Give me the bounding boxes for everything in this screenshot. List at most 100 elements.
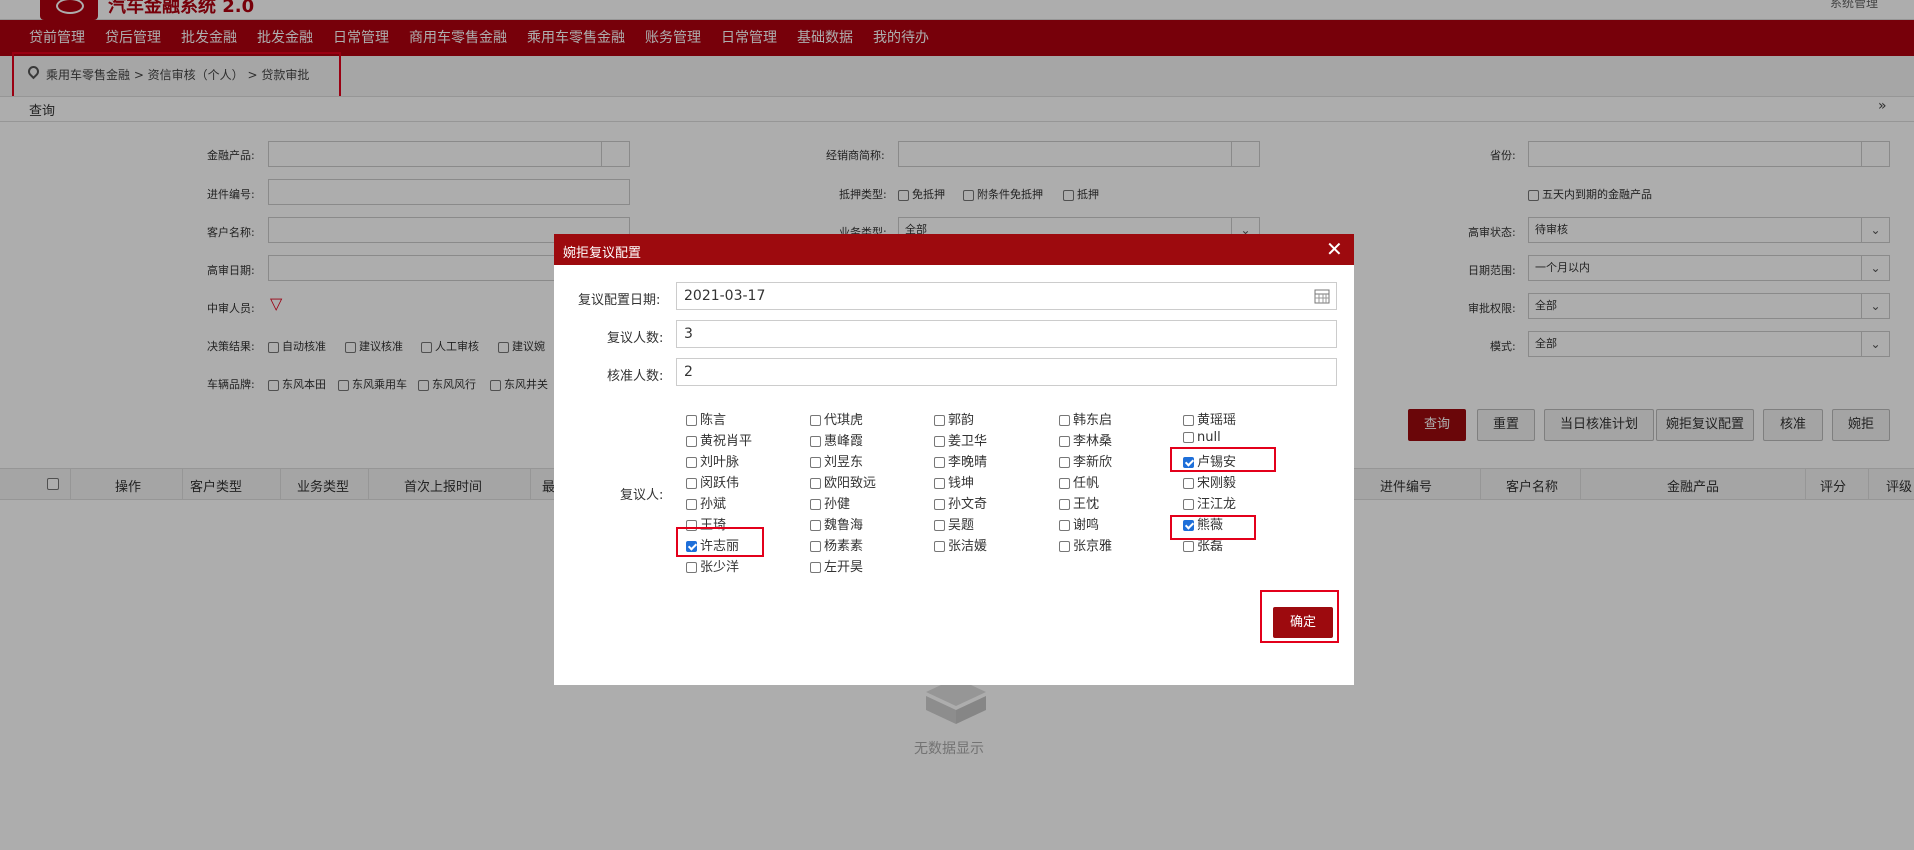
checkbox[interactable] [810, 541, 821, 552]
checkbox[interactable] [934, 520, 945, 531]
reviewer-name: 郭韵 [948, 413, 975, 428]
reviewer-option[interactable]: 李新欣 [1059, 451, 1112, 470]
highlight-box [1260, 590, 1339, 643]
reviewer-name: 黄瑶瑶 [1197, 413, 1237, 428]
reviewer-name: 姜卫华 [948, 434, 988, 449]
checkbox[interactable] [1059, 436, 1070, 447]
checkbox[interactable] [934, 415, 945, 426]
checkbox[interactable] [1183, 478, 1194, 489]
reviewer-option[interactable]: 韩东启 [1059, 409, 1112, 428]
reviewer-name: 张磊 [1197, 539, 1224, 554]
reviewer-option[interactable]: 陈言 [686, 409, 726, 428]
checkbox[interactable] [686, 478, 697, 489]
reviewer-option[interactable]: 姜卫华 [934, 430, 987, 449]
reviewer-name: 李新欣 [1073, 455, 1113, 470]
reviewer-option[interactable]: null [1183, 430, 1221, 445]
reviewer-option[interactable]: 惠峰霞 [810, 430, 863, 449]
reviewer-option[interactable]: 刘昱东 [810, 451, 863, 470]
reviewer-option[interactable]: 闵跃伟 [686, 472, 739, 491]
reviewer-name: 欧阳致远 [824, 476, 877, 491]
reviewer-name: 王忱 [1073, 497, 1100, 512]
reviewer-option[interactable]: 孙斌 [686, 493, 726, 512]
checkbox[interactable] [934, 499, 945, 510]
checkbox[interactable] [686, 499, 697, 510]
checkbox[interactable] [934, 541, 945, 552]
reviewer-option[interactable]: 杨素素 [810, 535, 863, 554]
reviewer-name: 李晚晴 [948, 455, 988, 470]
checkbox[interactable] [1059, 541, 1070, 552]
close-icon[interactable]: ✕ [1326, 236, 1343, 262]
checkbox[interactable] [810, 478, 821, 489]
checkbox[interactable] [1183, 432, 1194, 443]
approve-count-input[interactable]: 2 [676, 358, 1337, 386]
reviewer-name: 惠峰霞 [824, 434, 864, 449]
checkbox[interactable] [810, 499, 821, 510]
reviewer-option[interactable]: 刘叶脉 [686, 451, 739, 470]
checkbox[interactable] [686, 436, 697, 447]
reviewer-name: 闵跃伟 [700, 476, 740, 491]
checkbox[interactable] [810, 520, 821, 531]
checkbox[interactable] [934, 478, 945, 489]
reviewer-name: 左开昊 [824, 560, 864, 575]
reviewer-option[interactable]: 代琪虎 [810, 409, 863, 428]
checkbox[interactable] [1059, 499, 1070, 510]
checkbox[interactable] [934, 436, 945, 447]
reviewer-option[interactable]: 汪江龙 [1183, 493, 1236, 512]
checkbox[interactable] [1059, 415, 1070, 426]
reviewer-option[interactable]: 钱坤 [934, 472, 974, 491]
reviewer-option[interactable]: 张洁媛 [934, 535, 987, 554]
highlight-box [1170, 447, 1276, 472]
reviewer-option[interactable]: 欧阳致远 [810, 472, 876, 491]
reviewer-option[interactable]: 黄瑶瑶 [1183, 409, 1236, 428]
reviewer-option[interactable]: 宋刚毅 [1183, 472, 1236, 491]
checkbox[interactable] [686, 562, 697, 573]
reviewer-option[interactable]: 吴题 [934, 514, 974, 533]
checkbox[interactable] [686, 415, 697, 426]
checkbox[interactable] [810, 415, 821, 426]
reviewer-option[interactable]: 黄祝肖平 [686, 430, 752, 449]
reviewer-option[interactable]: 孙文奇 [934, 493, 987, 512]
highlight-box [676, 527, 764, 557]
reviewer-option[interactable]: 郭韵 [934, 409, 974, 428]
reviewer-option[interactable]: 任帆 [1059, 472, 1099, 491]
highlight-box [1170, 515, 1256, 540]
reviewer-name: 谢鸣 [1073, 518, 1100, 533]
checkbox[interactable] [1059, 520, 1070, 531]
checkbox[interactable] [810, 457, 821, 468]
checkbox[interactable] [810, 436, 821, 447]
reviewer-option[interactable]: 李林桑 [1059, 430, 1112, 449]
checkbox[interactable] [810, 562, 821, 573]
checkbox[interactable] [686, 457, 697, 468]
reviewer-name: 张少洋 [700, 560, 740, 575]
reviewer-name: 孙文奇 [948, 497, 988, 512]
reviewer-option[interactable]: 张少洋 [686, 556, 739, 575]
review-count-input[interactable]: 3 [676, 320, 1337, 348]
checkbox[interactable] [1183, 541, 1194, 552]
reviewer-option[interactable]: 张京雅 [1059, 535, 1112, 554]
calendar-icon[interactable] [1314, 288, 1330, 304]
reviewer-option[interactable]: 孙健 [810, 493, 850, 512]
reviewer-name: 宋刚毅 [1197, 476, 1237, 491]
reviewer-option[interactable]: 魏鲁海 [810, 514, 863, 533]
reviewer-option[interactable]: 李晚晴 [934, 451, 987, 470]
reviewer-name: 任帆 [1073, 476, 1100, 491]
checkbox[interactable] [934, 457, 945, 468]
reviewer-name: 刘叶脉 [700, 455, 740, 470]
reviewer-name: 黄祝肖平 [700, 434, 753, 449]
reviewer-option[interactable]: 王忱 [1059, 493, 1099, 512]
checkbox[interactable] [1183, 499, 1194, 510]
reviewer-name: null [1197, 430, 1221, 445]
review-date-input[interactable]: 2021-03-17 [676, 282, 1337, 310]
checkbox[interactable] [1183, 415, 1194, 426]
reviewer-name: 孙斌 [700, 497, 727, 512]
reviewer-option[interactable]: 谢鸣 [1059, 514, 1099, 533]
dialog-title: 婉拒复议配置 [563, 246, 642, 261]
reviewer-name: 钱坤 [948, 476, 975, 491]
reviewer-name: 杨素素 [824, 539, 864, 554]
reviewer-name: 陈言 [700, 413, 727, 428]
reviewer-name: 张洁媛 [948, 539, 988, 554]
checkbox[interactable] [1059, 457, 1070, 468]
reviewer-option[interactable]: 左开昊 [810, 556, 863, 575]
reviewer-name: 吴题 [948, 518, 975, 533]
checkbox[interactable] [1059, 478, 1070, 489]
